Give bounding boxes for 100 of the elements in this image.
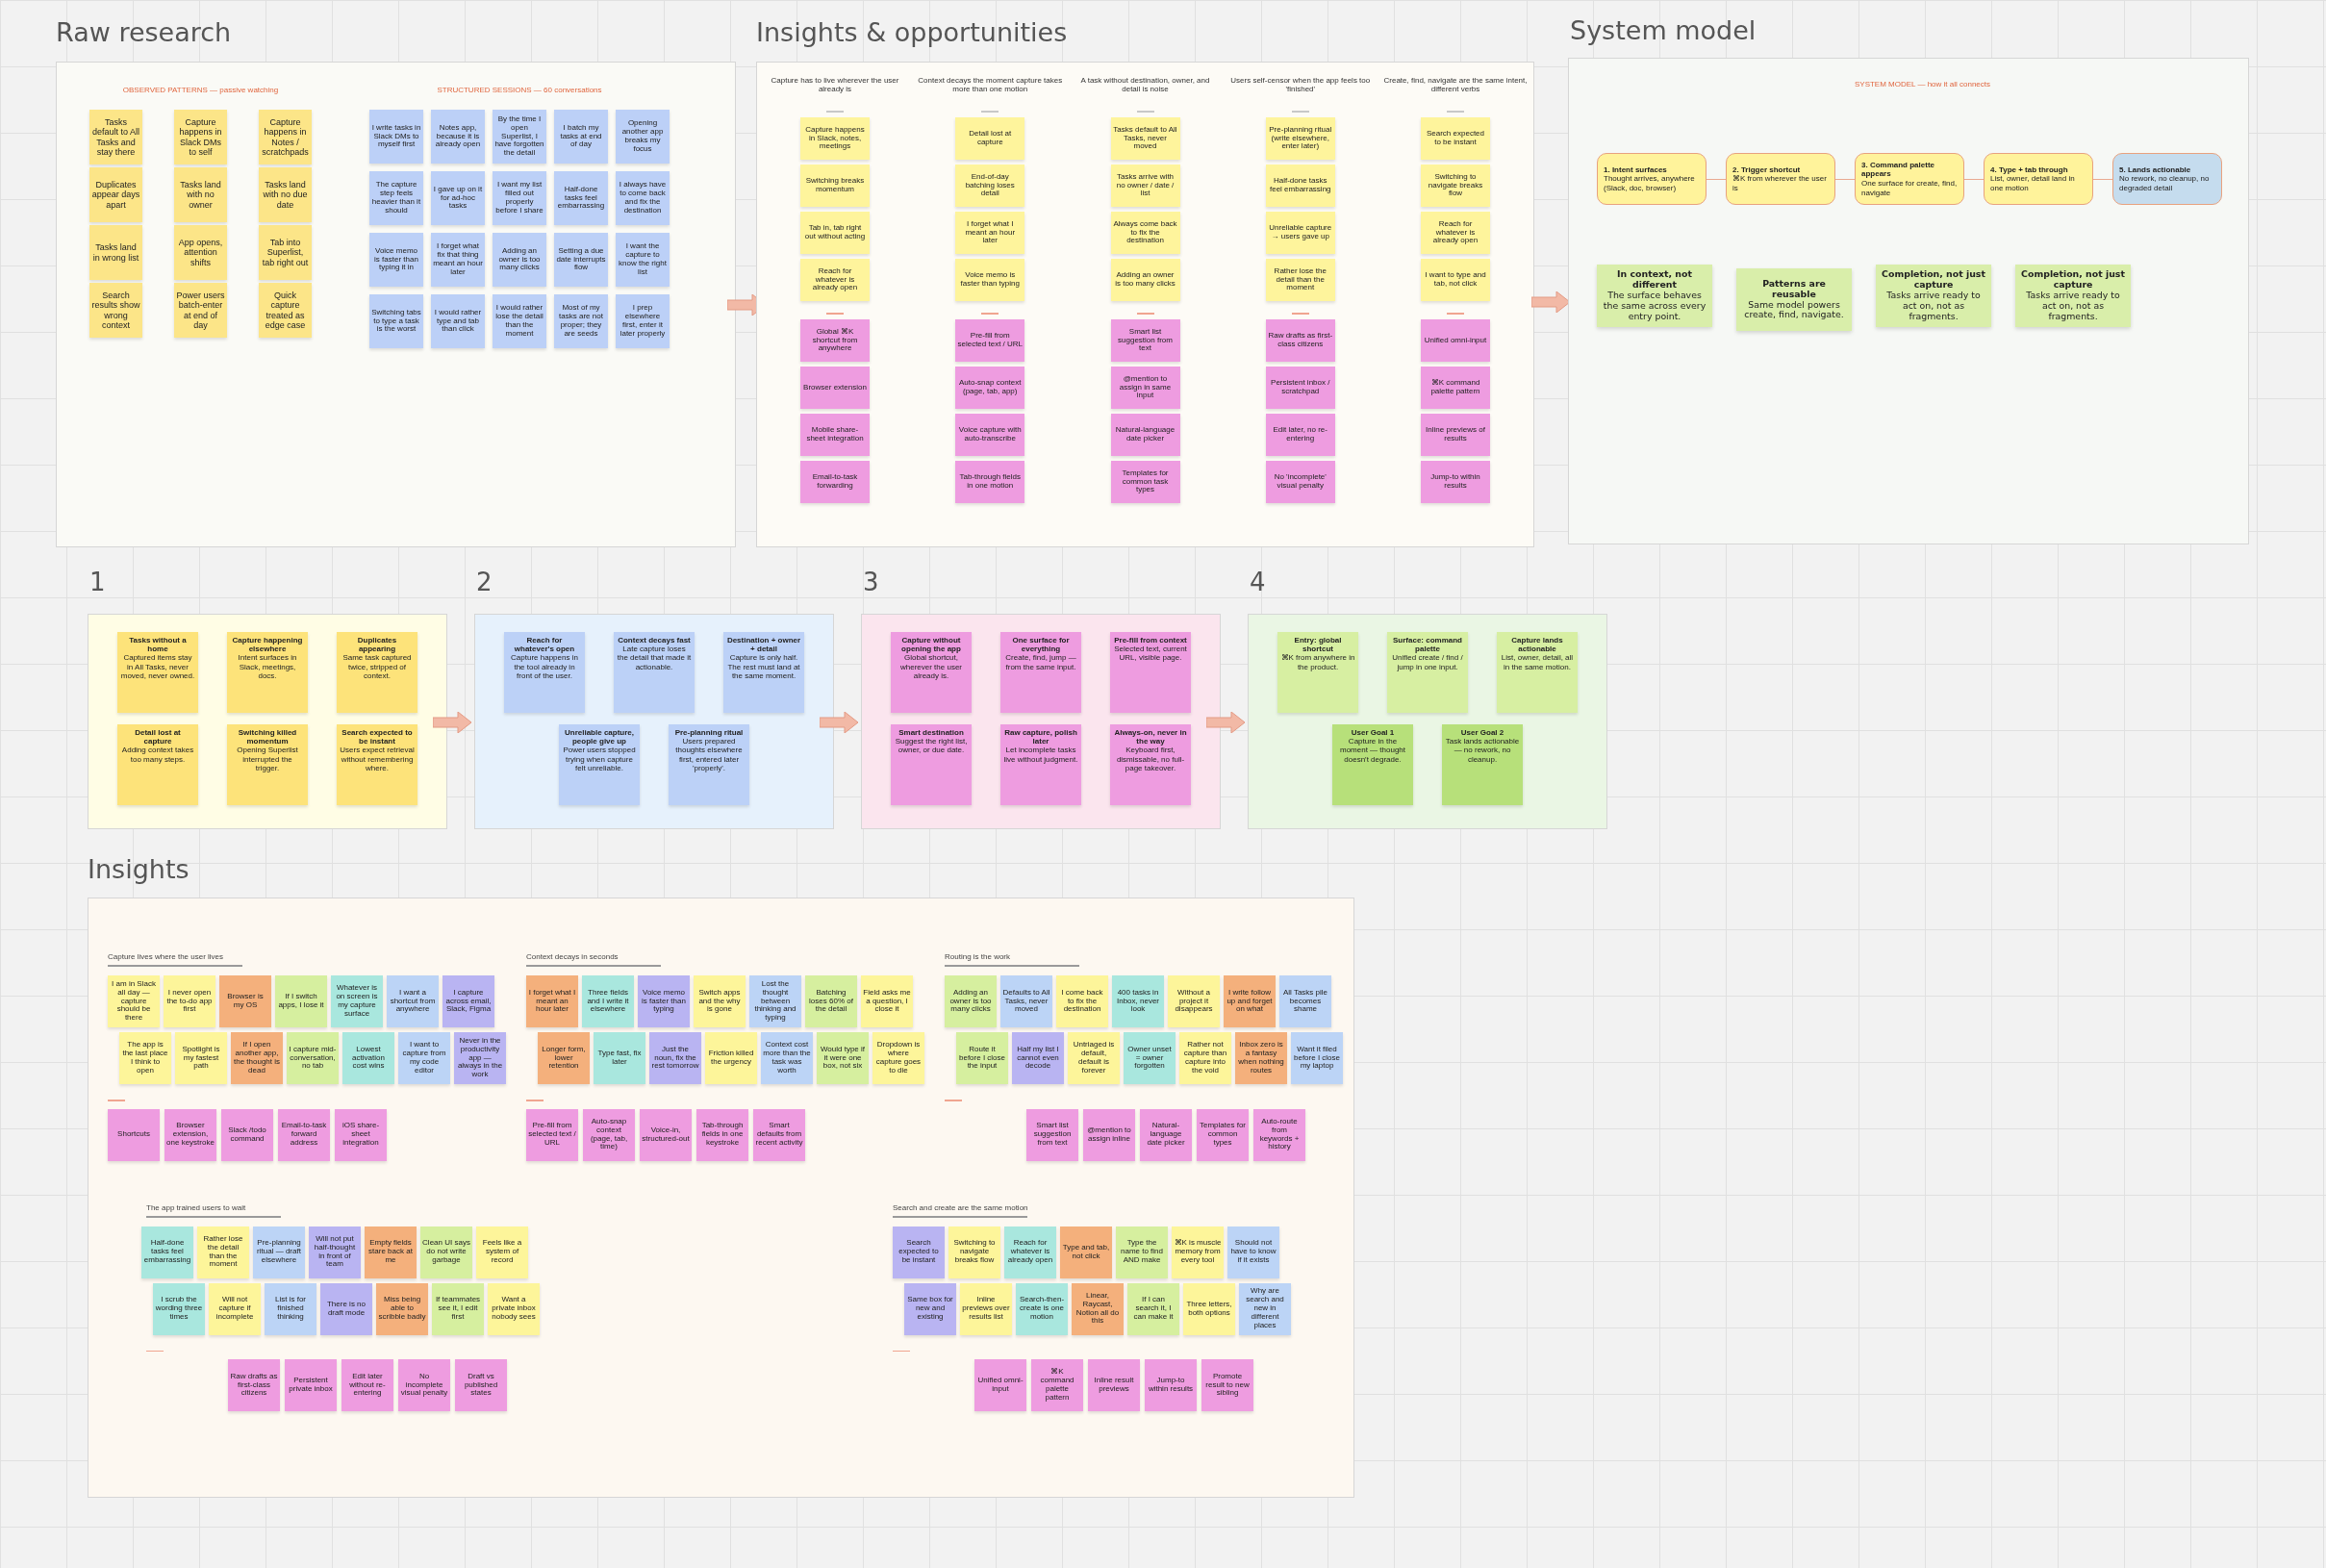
cluster-heading: The app trained users to wait xyxy=(146,1202,247,1212)
note-text: Late capture loses the detail that made it actionable. xyxy=(617,645,692,671)
step-number: 3 xyxy=(863,569,879,594)
sticky-note: Natural-language date picker xyxy=(1110,414,1180,456)
sticky-note: Voice memo is faster than typing xyxy=(638,975,690,1027)
sticky-note: End-of-day batching loses detail xyxy=(955,164,1025,207)
note-text: Intent surfaces in Slack, meetings, docs. xyxy=(237,653,298,680)
sticky-note: Longer form, lower retention xyxy=(538,1032,590,1084)
note-title: Surface: command palette xyxy=(1392,636,1463,654)
sticky-note: Three fields and I write it elsewhere xyxy=(582,975,634,1027)
step-text: Thought arrives, anywhere (Slack, doc, browser) xyxy=(1604,174,1696,193)
card-title: In context, not different xyxy=(1616,269,1693,291)
sticky-note: Inline previews over results list xyxy=(960,1282,1012,1335)
sticky-note: iOS share-sheet integration xyxy=(335,1108,387,1161)
sticky-note: Defaults to All Tasks, never moved xyxy=(1000,975,1052,1027)
sticky-note: 400 tasks in Inbox, never look xyxy=(1112,975,1164,1027)
sticky-note: Slack /todo command xyxy=(221,1108,273,1161)
note-title: Reach for whatever's open xyxy=(513,636,576,654)
step-title: 4. Type + tab through xyxy=(1990,164,2069,175)
sticky-note: Would type if it were one box, not six xyxy=(817,1032,869,1084)
note-text: Task lands actionable — no rework, no cleanup. xyxy=(1445,737,1520,764)
card-title: Patterns are reusable xyxy=(1761,278,1827,300)
note-text: ⌘K from anywhere in the product. xyxy=(1280,653,1355,671)
sticky-note: I want to capture from my code editor xyxy=(398,1032,450,1084)
sticky-note: Browser is my OS xyxy=(219,975,271,1027)
card-title: Completion, not just capture xyxy=(1881,269,1986,291)
sticky-note: ⌘K command palette pattern xyxy=(1421,367,1490,409)
sticky-note: Tasks land with no due date xyxy=(259,167,312,222)
sticky-note: Auto-route from keywords + history xyxy=(1253,1108,1305,1161)
sticky-note: Field asks me a question, I close it xyxy=(861,975,913,1027)
sticky-note: Search expected to be instant xyxy=(1421,117,1490,160)
sticky-note: I am in Slack all day — capture should be there xyxy=(108,975,160,1027)
step-title: 1. Intent surfaces xyxy=(1604,164,1668,175)
sticky-note: Search results show wrong context xyxy=(89,283,142,338)
flow-arrow xyxy=(820,712,858,733)
note-title: User Goal 1 xyxy=(1351,728,1395,738)
sticky-note: Tasks default to All Tasks and stay there xyxy=(89,110,142,164)
card-text: Same model powers create, find, navigate. xyxy=(1743,299,1845,321)
sticky-note: Rather lose the detail than the moment xyxy=(197,1226,249,1278)
sticky-note: Auto-snap context (page, tab, app) xyxy=(955,367,1025,409)
step-text: One surface for create, find, navigate xyxy=(1861,179,1958,198)
sticky-note: Switching to navigate breaks flow xyxy=(948,1226,1000,1278)
sticky-note: I capture mid-conversation, no tab xyxy=(287,1032,339,1084)
sticky-note: Duplicates appear days apart xyxy=(89,167,142,222)
sticky-note: Search-then-create is one motion xyxy=(1016,1282,1068,1335)
sticky-note: Raw drafts as first-class citizens xyxy=(1265,319,1335,362)
sticky-note: Spotlight is my fastest path xyxy=(175,1032,227,1084)
sticky-note: I want a shortcut from anywhere xyxy=(387,975,439,1027)
connector-line xyxy=(2093,178,2112,180)
step-title: 3. Command palette appears xyxy=(1861,160,1935,179)
sticky-note: I gave up on it for ad-hoc tasks xyxy=(431,171,485,225)
sticky-note: Shortcuts xyxy=(108,1108,160,1161)
sticky-note: Miss being able to scribble badly xyxy=(376,1282,428,1335)
sticky-note: Jump-to within results xyxy=(1145,1359,1197,1411)
flow-arrow xyxy=(1531,291,1570,313)
sticky-note: Templates for common types xyxy=(1197,1108,1249,1161)
note-title: Detail lost at capture xyxy=(134,728,182,746)
note-title: Tasks without a home xyxy=(128,636,188,654)
sticky-note: Always come back to fix the destination xyxy=(1110,212,1180,254)
sticky-note: Search expected to be instant xyxy=(893,1226,945,1278)
sticky-note: Feels like a system of record xyxy=(476,1226,528,1278)
note-title: Capture lands actionable xyxy=(1510,636,1564,654)
sticky-note: If I open another app, the thought is dead xyxy=(231,1032,283,1084)
sticky-note: Switching tabs to type a task is the worst xyxy=(369,294,423,348)
sticky-note: All Tasks pile becomes shame xyxy=(1279,975,1331,1027)
sticky-note: Tasks land in wrong list xyxy=(89,225,142,280)
card-text: The surface behaves the same across every entry point. xyxy=(1602,291,1707,322)
step-number: 1 xyxy=(89,569,106,594)
connector-line xyxy=(1964,178,1984,180)
sticky-note: Linear, Raycast, Notion all do this xyxy=(1072,1282,1124,1335)
column-heading: Users self-censor when the app feels too 'finished' xyxy=(1229,76,1372,95)
sticky-note: Voice capture with auto-transcribe xyxy=(955,414,1025,456)
note-text: Users prepared thoughts elsewhere first, entered later 'properly'. xyxy=(674,737,744,772)
sticky-note: Edit later, no re-entering xyxy=(1265,414,1335,456)
sticky-note: Should not have to know if it exists xyxy=(1227,1226,1279,1278)
sticky-note: Route it before I close the input xyxy=(956,1032,1008,1084)
sticky-note: Never in the productivity app — always in the work xyxy=(454,1032,506,1084)
note-text: Unified create / find / jump in one input. xyxy=(1391,653,1464,671)
sticky-note: I want my list filled out properly before I share xyxy=(493,171,546,225)
step-text: ⌘K from wherever the user is xyxy=(1732,174,1828,193)
note-title: Capture happening elsewhere xyxy=(231,636,304,654)
sticky-note: Inline previews of results xyxy=(1421,414,1490,456)
sticky-note: I scrub the wording three times xyxy=(153,1282,205,1335)
sticky-note: Rather not capture than capture into the void xyxy=(1179,1032,1231,1084)
sticky-note: Will not put half-thought in front of team xyxy=(309,1226,361,1278)
cluster-heading: Capture lives where the user lives xyxy=(108,952,225,961)
sticky-note: Setting a due date interrupts flow xyxy=(554,233,608,287)
column-heading: Context decays the moment capture takes more than one motion xyxy=(918,76,1063,95)
sticky-note: Most of my tasks are not proper; they are seeds xyxy=(554,294,608,348)
note-text: Keyboard first, dismissable, no full-page takeover. xyxy=(1115,746,1186,772)
sticky-note: Templates for common task types xyxy=(1110,461,1180,503)
sticky-note: I batch my tasks at end of day xyxy=(554,110,608,164)
sticky-note: Switch apps and the why is gone xyxy=(694,975,746,1027)
sticky-note: Without a project it disappears xyxy=(1168,975,1220,1027)
sticky-note: If I can search it, I can make it xyxy=(1127,1282,1179,1335)
sticky-note: I write tasks in Slack DMs to myself first xyxy=(369,110,423,164)
step-number: 4 xyxy=(1250,569,1266,594)
cluster-heading: Search and create are the same motion xyxy=(893,1202,1029,1212)
sticky-note: Persistent inbox / scratchpad xyxy=(1265,367,1335,409)
sticky-note: Three letters, both options xyxy=(1183,1282,1235,1335)
